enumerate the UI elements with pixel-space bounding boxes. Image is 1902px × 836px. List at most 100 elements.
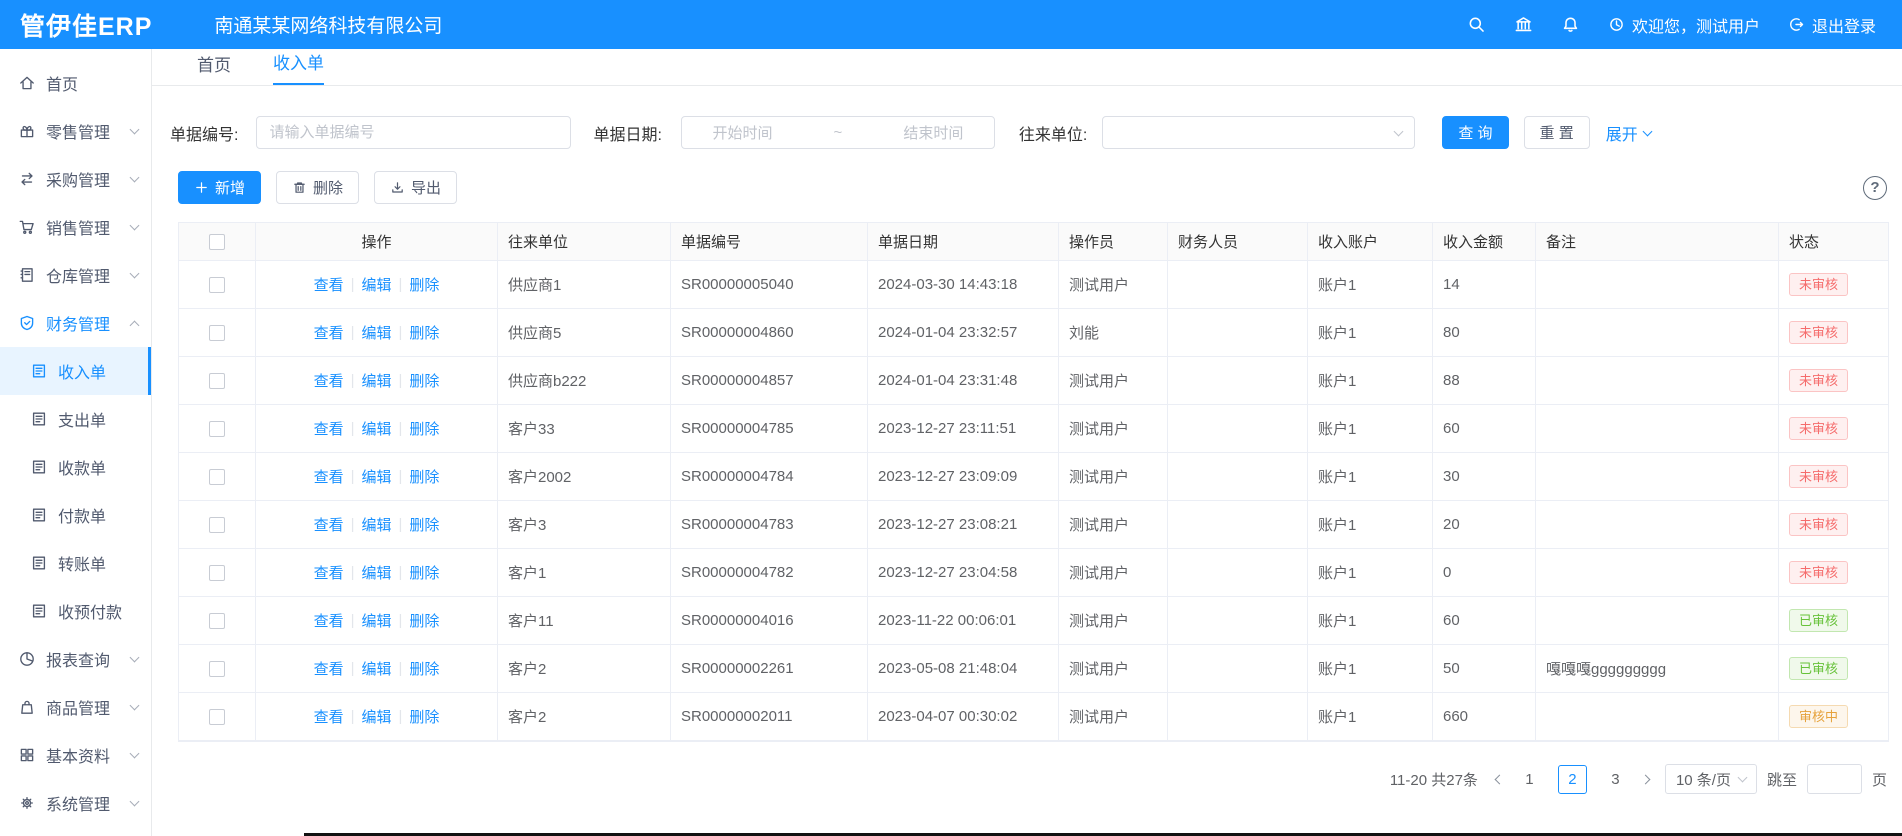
action-编辑-link[interactable]: 编辑 bbox=[361, 418, 391, 439]
report-icon bbox=[18, 650, 36, 668]
select-all-checkbox[interactable] bbox=[209, 234, 225, 250]
action-编辑-link[interactable]: 编辑 bbox=[361, 562, 391, 583]
sidebar-subitem-收预付款[interactable]: 收预付款 bbox=[0, 587, 151, 635]
date-range-picker[interactable]: 开始时间 ~ 结束时间 bbox=[681, 116, 995, 149]
action-编辑-link[interactable]: 编辑 bbox=[361, 706, 391, 727]
date-cell: 2023-04-07 00:30:02 bbox=[868, 693, 1059, 740]
chevron-down-icon bbox=[130, 125, 140, 135]
action-查看-link[interactable]: 查看 bbox=[314, 610, 344, 631]
date-cell: 2024-03-30 14:43:18 bbox=[868, 261, 1059, 308]
search-icon[interactable] bbox=[1467, 15, 1486, 34]
sidebar-subitem-支出单[interactable]: 支出单 bbox=[0, 395, 151, 443]
prev-page-icon[interactable] bbox=[1494, 774, 1504, 784]
bank-icon[interactable] bbox=[1514, 15, 1533, 34]
action-删除-link[interactable]: 删除 bbox=[409, 658, 439, 679]
partner-select[interactable] bbox=[1102, 116, 1415, 149]
action-查看-link[interactable]: 查看 bbox=[314, 658, 344, 679]
action-separator: | bbox=[399, 276, 403, 293]
sidebar-subitem-付款单[interactable]: 付款单 bbox=[0, 491, 151, 539]
page-button-2[interactable]: 2 bbox=[1558, 765, 1587, 794]
expand-link[interactable]: 展开 bbox=[1606, 121, 1651, 145]
account-cell: 账户1 bbox=[1308, 357, 1433, 404]
trash-icon bbox=[292, 180, 307, 195]
action-删除-link[interactable]: 删除 bbox=[409, 562, 439, 583]
action-查看-link[interactable]: 查看 bbox=[314, 562, 344, 583]
page-button-1[interactable]: 1 bbox=[1515, 765, 1544, 794]
action-删除-link[interactable]: 删除 bbox=[409, 466, 439, 487]
action-删除-link[interactable]: 删除 bbox=[409, 610, 439, 631]
add-button[interactable]: 新增 bbox=[178, 171, 261, 204]
row-checkbox[interactable] bbox=[209, 469, 225, 485]
action-编辑-link[interactable]: 编辑 bbox=[361, 322, 391, 343]
action-查看-link[interactable]: 查看 bbox=[314, 322, 344, 343]
action-删除-link[interactable]: 删除 bbox=[409, 418, 439, 439]
action-查看-link[interactable]: 查看 bbox=[314, 466, 344, 487]
sidebar-item-系统管理[interactable]: 系统管理 bbox=[0, 779, 151, 827]
sidebar-item-label: 采购管理 bbox=[46, 167, 110, 191]
account-cell: 账户1 bbox=[1308, 501, 1433, 548]
action-编辑-link[interactable]: 编辑 bbox=[361, 514, 391, 535]
search-button[interactable]: 查 询 bbox=[1442, 116, 1508, 149]
sidebar-item-首页[interactable]: 首页 bbox=[0, 59, 151, 107]
welcome-user[interactable]: 欢迎您，测试用户 bbox=[1608, 13, 1760, 37]
help-icon[interactable]: ? bbox=[1863, 176, 1887, 200]
jump-page-input[interactable] bbox=[1807, 764, 1862, 794]
sidebar-item-基本资料[interactable]: 基本资料 bbox=[0, 731, 151, 779]
tab-收入单[interactable]: 收入单 bbox=[273, 49, 324, 85]
action-查看-link[interactable]: 查看 bbox=[314, 370, 344, 391]
action-查看-link[interactable]: 查看 bbox=[314, 274, 344, 295]
row-checkbox[interactable] bbox=[209, 661, 225, 677]
purchase-icon bbox=[18, 170, 36, 188]
sidebar-subitem-收入单[interactable]: 收入单 bbox=[0, 347, 151, 395]
row-checkbox[interactable] bbox=[209, 565, 225, 581]
row-checkbox[interactable] bbox=[209, 277, 225, 293]
action-编辑-link[interactable]: 编辑 bbox=[361, 658, 391, 679]
partner-cell: 客户2002 bbox=[498, 453, 671, 500]
sidebar-subitem-转账单[interactable]: 转账单 bbox=[0, 539, 151, 587]
row-checkbox[interactable] bbox=[209, 709, 225, 725]
order-no-input[interactable] bbox=[256, 116, 571, 149]
action-编辑-link[interactable]: 编辑 bbox=[361, 370, 391, 391]
sidebar-item-零售管理[interactable]: 零售管理 bbox=[0, 107, 151, 155]
bell-icon[interactable] bbox=[1561, 15, 1580, 34]
doc-icon bbox=[30, 362, 48, 380]
delete-button[interactable]: 删除 bbox=[276, 171, 359, 204]
action-查看-link[interactable]: 查看 bbox=[314, 514, 344, 535]
action-删除-link[interactable]: 删除 bbox=[409, 514, 439, 535]
remark-cell bbox=[1536, 597, 1779, 644]
sidebar-item-财务管理[interactable]: 财务管理 bbox=[0, 299, 151, 347]
tab-首页[interactable]: 首页 bbox=[197, 51, 231, 85]
sidebar-item-商品管理[interactable]: 商品管理 bbox=[0, 683, 151, 731]
action-编辑-link[interactable]: 编辑 bbox=[361, 274, 391, 295]
sidebar-subitem-收款单[interactable]: 收款单 bbox=[0, 443, 151, 491]
sidebar-item-销售管理[interactable]: 销售管理 bbox=[0, 203, 151, 251]
date-cell: 2023-12-27 23:04:58 bbox=[868, 549, 1059, 596]
sidebar-item-仓库管理[interactable]: 仓库管理 bbox=[0, 251, 151, 299]
next-page-icon[interactable] bbox=[1640, 774, 1650, 784]
action-删除-link[interactable]: 删除 bbox=[409, 370, 439, 391]
page-size-select[interactable]: 10 条/页 bbox=[1665, 764, 1757, 794]
action-查看-link[interactable]: 查看 bbox=[314, 418, 344, 439]
sidebar-item-采购管理[interactable]: 采购管理 bbox=[0, 155, 151, 203]
export-button[interactable]: 导出 bbox=[374, 171, 457, 204]
amount-cell: 80 bbox=[1433, 309, 1536, 356]
page-button-3[interactable]: 3 bbox=[1601, 765, 1630, 794]
doc-icon bbox=[30, 554, 48, 572]
row-checkbox[interactable] bbox=[209, 373, 225, 389]
action-删除-link[interactable]: 删除 bbox=[409, 322, 439, 343]
action-编辑-link[interactable]: 编辑 bbox=[361, 610, 391, 631]
reset-button[interactable]: 重 置 bbox=[1524, 116, 1590, 149]
row-checkbox[interactable] bbox=[209, 517, 225, 533]
action-删除-link[interactable]: 删除 bbox=[409, 706, 439, 727]
partner-cell: 客户3 bbox=[498, 501, 671, 548]
chevron-down-icon bbox=[130, 173, 140, 183]
action-删除-link[interactable]: 删除 bbox=[409, 274, 439, 295]
row-checkbox[interactable] bbox=[209, 421, 225, 437]
sidebar-item-报表查询[interactable]: 报表查询 bbox=[0, 635, 151, 683]
row-checkbox[interactable] bbox=[209, 613, 225, 629]
action-查看-link[interactable]: 查看 bbox=[314, 706, 344, 727]
logout-button[interactable]: 退出登录 bbox=[1788, 13, 1876, 37]
row-checkbox[interactable] bbox=[209, 325, 225, 341]
action-编辑-link[interactable]: 编辑 bbox=[361, 466, 391, 487]
finance-icon bbox=[18, 314, 36, 332]
